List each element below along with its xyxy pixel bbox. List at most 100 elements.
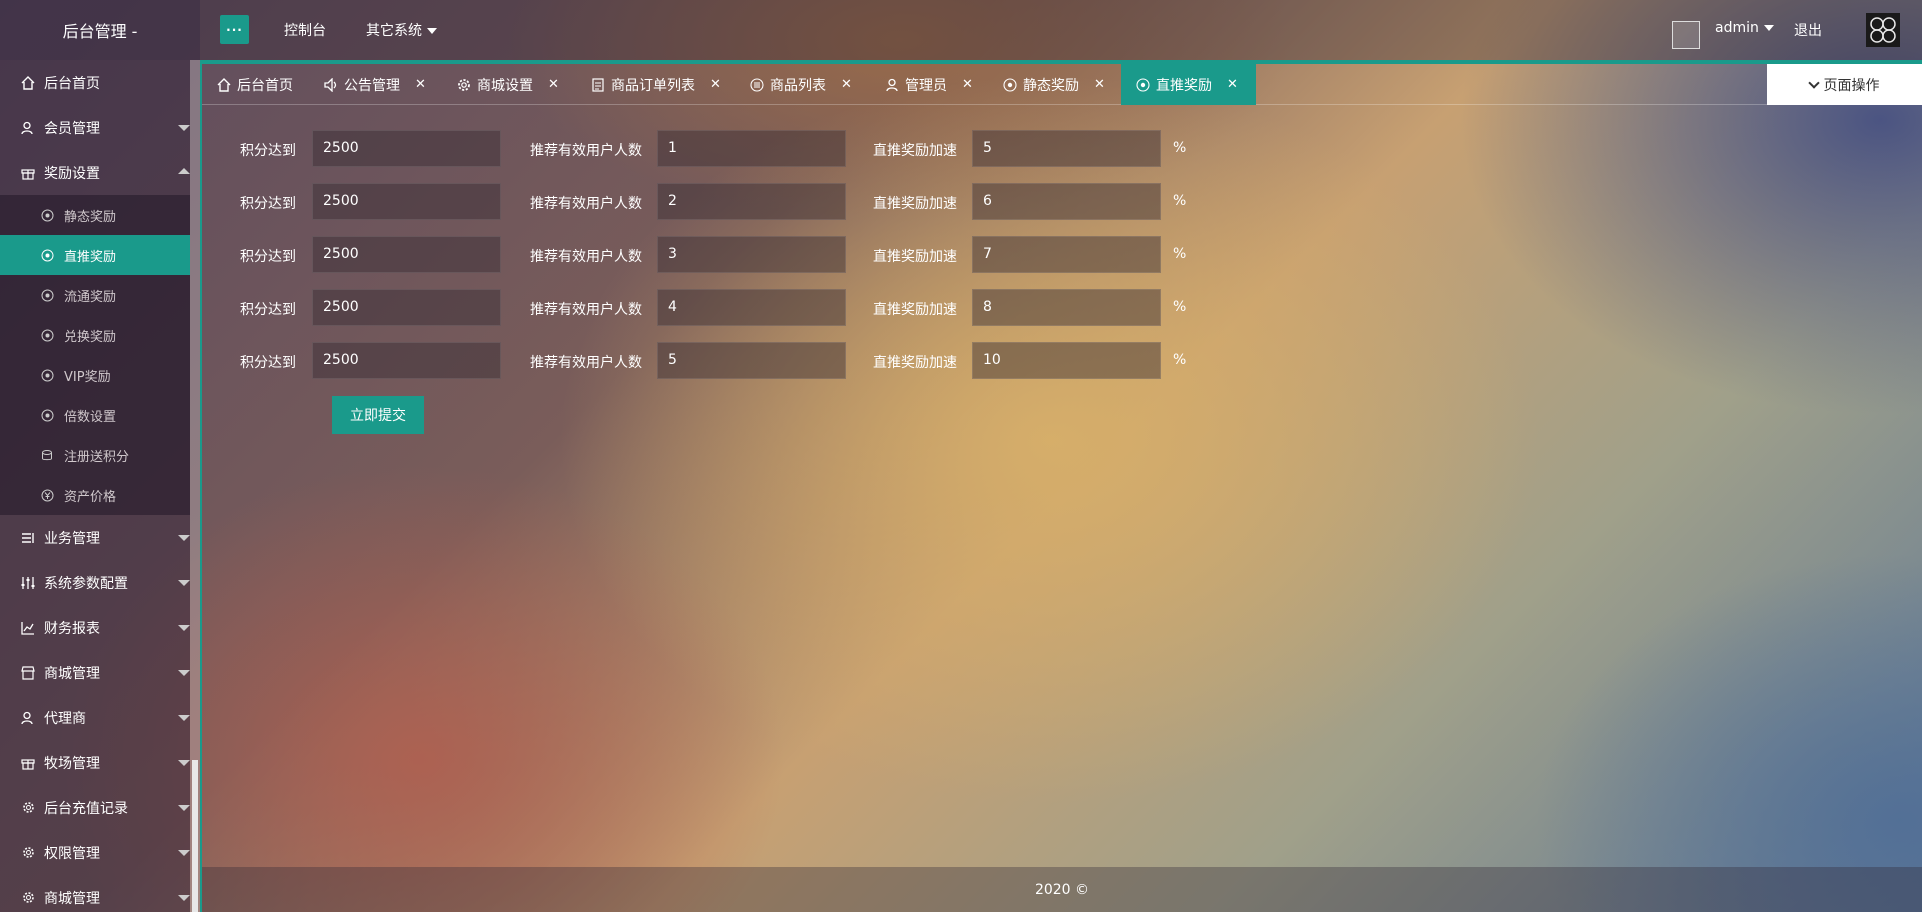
gift-icon [20,165,36,181]
points-input[interactable]: 2500 [312,130,501,167]
referrals-label: 推荐有效用户人数 [530,302,642,318]
rewards-submenu: 静态奖励 直推奖励 流通奖励 兑换奖励 VIP奖励 倍数设置 注册送积分 资产价… [0,195,190,515]
footer-copyright: 2020 © [1034,881,1090,898]
sidebar-item-sys-params[interactable]: 系统参数配置 [0,560,190,605]
referrals-input[interactable]: 4 [657,289,846,326]
sidebar-scrollbar-thumb[interactable] [192,760,198,912]
sidebar-item-label: 奖励设置 [44,165,100,182]
sidebar-subitem-asset-price[interactable]: 资产价格 [0,475,190,515]
gear-icon [20,845,36,861]
sidebar-subitem-register-points[interactable]: 注册送积分 [0,435,190,475]
sidebar-item-agent[interactable]: 代理商 [0,695,190,740]
close-icon[interactable]: ✕ [841,77,852,92]
reward-rule-row: 积分达到 2500 推荐有效用户人数 2 直推奖励加速 6 % [202,183,1202,220]
sidebar-subitem-static-reward[interactable]: 静态奖励 [0,195,190,235]
tab-direct-reward[interactable]: 直推奖励 ✕ [1121,64,1256,105]
chevron-down-icon [178,895,190,901]
sidebar-item-member[interactable]: 会员管理 [0,105,190,150]
sidebar-subitem-multiplier[interactable]: 倍数设置 [0,395,190,435]
sidebar-item-label: 业务管理 [44,530,100,547]
target-icon [40,408,54,422]
sidebar-item-label: 商城管理 [44,665,100,682]
coins-icon [40,448,54,462]
referrals-input[interactable]: 2 [657,183,846,220]
tab-bar: 后台首页 公告管理 ✕ 商城设置 ✕ 商品订单列表 ✕ 商品列表 ✕ 管理员 ✕… [202,64,1922,105]
close-icon[interactable]: ✕ [962,77,973,92]
tab-mall-settings[interactable]: 商城设置 ✕ [456,64,559,105]
sidebar-item-home[interactable]: 后台首页 [0,60,190,105]
referrals-label: 推荐有效用户人数 [530,355,642,371]
tab-announcement[interactable]: 公告管理 ✕ [323,64,426,105]
reward-rule-row: 积分达到 2500 推荐有效用户人数 4 直推奖励加速 8 % [202,289,1202,326]
top-header: 后台管理 - ··· 控制台 其它系统 admin 退出 [0,0,1922,60]
logout-link[interactable]: 退出 [1794,20,1822,40]
referrals-input[interactable]: 3 [657,236,846,273]
sidebar-item-business[interactable]: 业务管理 [0,515,190,560]
sidebar-subitem-exchange-reward[interactable]: 兑换奖励 [0,315,190,355]
chart-icon [20,620,36,636]
tab-static-reward[interactable]: 静态奖励 ✕ [1002,64,1105,105]
tab-label: 商品订单列表 [611,77,695,94]
close-icon[interactable]: ✕ [548,77,559,92]
sidebar-subitem-vip-reward[interactable]: VIP奖励 [0,355,190,395]
referrals-input[interactable]: 1 [657,130,846,167]
submit-button[interactable]: 立即提交 [332,396,424,434]
sidebar-item-mall[interactable]: 商城管理 [0,650,190,695]
sidebar-item-mall-2[interactable]: 商城管理 [0,875,190,912]
sliders-icon [20,575,36,591]
close-icon[interactable]: ✕ [1094,77,1105,92]
tab-home[interactable]: 后台首页 [216,64,293,105]
sidebar-item-permission[interactable]: 权限管理 [0,830,190,875]
gear-icon [456,77,472,93]
sidebar-subitem-label: 注册送积分 [64,449,130,465]
chevron-down-icon [178,125,190,131]
referrals-input[interactable]: 5 [657,342,846,379]
points-label: 积分达到 [240,143,296,159]
sidebar-subitem-direct-reward[interactable]: 直推奖励 [0,235,190,275]
sidebar-subitem-circulation-reward[interactable]: 流通奖励 [0,275,190,315]
sidebar-subitem-label: VIP奖励 [64,369,111,385]
menu-toggle-button[interactable]: ··· [220,15,249,44]
avatar[interactable] [1672,21,1700,49]
close-icon[interactable]: ✕ [1227,77,1238,92]
reward-rule-row: 积分达到 2500 推荐有效用户人数 3 直推奖励加速 7 % [202,236,1202,273]
points-input[interactable]: 2500 [312,183,501,220]
referrals-label: 推荐有效用户人数 [530,249,642,265]
speedup-input[interactable]: 5 [972,130,1161,167]
page-operations-button[interactable]: 页面操作 [1767,64,1922,105]
speaker-icon [323,77,339,93]
nav-dashboard-link[interactable]: 控制台 [284,20,326,40]
speedup-label: 直推奖励加速 [873,302,957,318]
reward-rule-row: 积分达到 2500 推荐有效用户人数 5 直推奖励加速 10 % [202,342,1202,379]
close-icon[interactable]: ✕ [710,77,721,92]
referrals-label: 推荐有效用户人数 [530,196,642,212]
sidebar-item-label: 后台首页 [44,75,100,92]
tab-label: 静态奖励 [1023,77,1079,94]
tab-product-list[interactable]: 商品列表 ✕ [749,64,852,105]
speedup-input[interactable]: 7 [972,236,1161,273]
sidebar-item-recharge[interactable]: 后台充值记录 [0,785,190,830]
yen-icon [40,488,54,502]
speedup-input[interactable]: 10 [972,342,1161,379]
sidebar-item-ranch[interactable]: 牧场管理 [0,740,190,785]
percent-sign: % [1173,352,1187,368]
close-icon[interactable]: ✕ [415,77,426,92]
sidebar-item-rewards[interactable]: 奖励设置 [0,150,190,195]
sidebar-item-finance[interactable]: 财务报表 [0,605,190,650]
user-menu-dropdown[interactable]: admin [1715,20,1774,36]
tab-admins[interactable]: 管理员 ✕ [884,64,973,105]
points-input[interactable]: 2500 [312,342,501,379]
speedup-input[interactable]: 6 [972,183,1161,220]
points-input[interactable]: 2500 [312,289,501,326]
tab-product-orders[interactable]: 商品订单列表 ✕ [590,64,721,105]
nav-other-systems-dropdown[interactable]: 其它系统 [366,20,437,40]
speedup-label: 直推奖励加速 [873,143,957,159]
chevron-down-icon [178,805,190,811]
percent-sign: % [1173,246,1187,262]
chevron-down-icon [178,715,190,721]
points-input[interactable]: 2500 [312,236,501,273]
speedup-input[interactable]: 8 [972,289,1161,326]
chevron-down-icon [178,535,190,541]
points-label: 积分达到 [240,302,296,318]
speedup-label: 直推奖励加速 [873,196,957,212]
